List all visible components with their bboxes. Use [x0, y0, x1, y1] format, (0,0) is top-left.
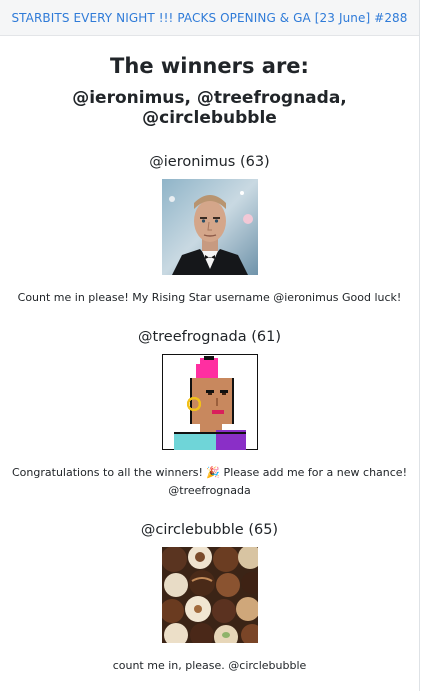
man-in-tuxedo-portrait-icon: [161, 179, 258, 275]
post-title-bar: STARBITS EVERY NIGHT !!! PACKS OPENING &…: [0, 0, 419, 36]
winner-heading: @circlebubble (65): [140, 522, 279, 538]
winner-entry: @ieronimus (63) Count me in please! My R…: [8, 154, 411, 307]
post-title-link[interactable]: STARBITS EVERY NIGHT !!! PACKS OPENING &…: [11, 11, 407, 25]
post-body: The winners are: @ieronimus, @treefrogna…: [0, 54, 419, 675]
winners-heading: The winners are:: [110, 54, 309, 78]
winner-comment: count me in, please. @circlebubble: [112, 659, 307, 672]
winner-comment: Count me in please! My Rising Star usern…: [17, 291, 402, 304]
winner-heading: @treefrognada (61): [137, 329, 282, 345]
winners-list: @ieronimus, @treefrognada, @circlebubble: [72, 88, 347, 128]
pixel-art-punk-avatar-icon: [161, 354, 258, 450]
winner-entry: @treefrognada (61) Congratulations to al…: [8, 329, 411, 500]
winner-entry: @circlebubble (65) count me in, please. …: [8, 522, 411, 675]
winner-comment: Congratulations to all the winners! 🎉 Pl…: [12, 466, 407, 497]
chocolate-pralines-photo-icon: [161, 547, 258, 643]
page: STARBITS EVERY NIGHT !!! PACKS OPENING &…: [0, 0, 420, 691]
winner-heading: @ieronimus (63): [149, 154, 270, 170]
